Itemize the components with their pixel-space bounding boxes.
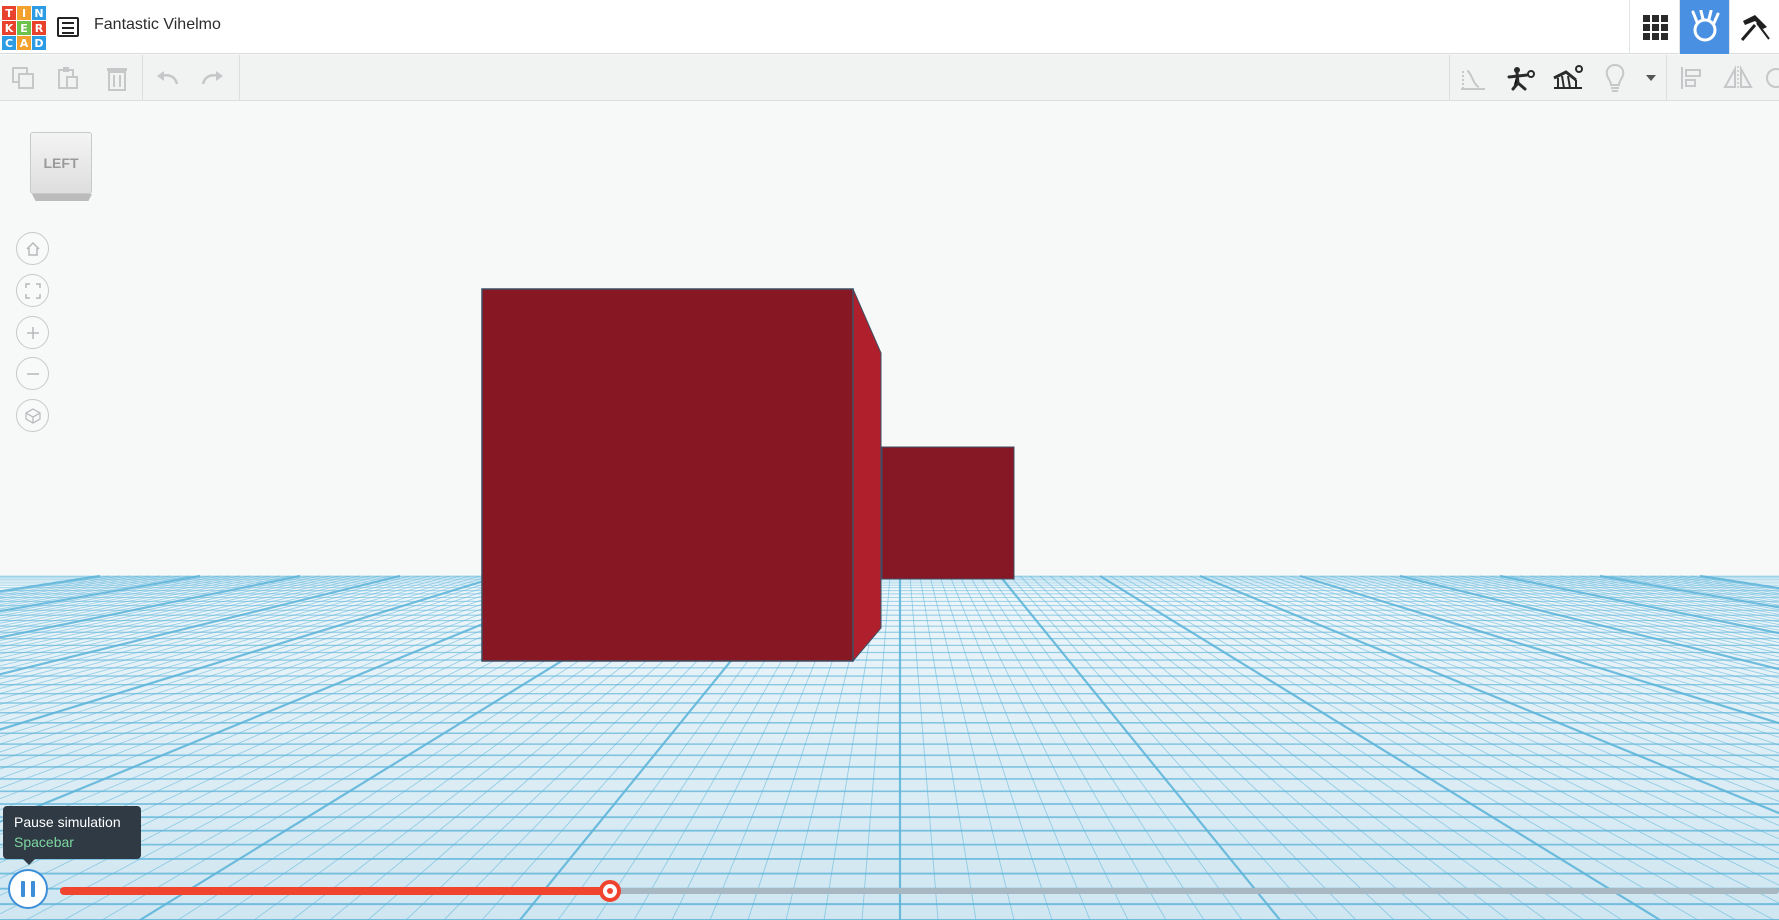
physics-gravity-button[interactable] — [1450, 55, 1496, 101]
zoom-in-button[interactable] — [16, 316, 49, 349]
top-bar: TIN KER CAD Fantastic Vihelmo — [0, 0, 1779, 54]
copy-button[interactable] — [0, 55, 46, 101]
pause-simulation-button[interactable] — [8, 869, 48, 909]
fit-view-button[interactable] — [16, 274, 49, 307]
redo-button[interactable] — [190, 55, 236, 101]
minecraft-pickaxe-button[interactable] — [1729, 0, 1779, 54]
scene-canvas[interactable] — [0, 101, 1779, 920]
design-title[interactable]: Fantastic Vihelmo — [94, 16, 221, 34]
zoom-out-icon — [26, 372, 39, 375]
logo-letter: K — [2, 21, 16, 35]
delete-icon — [107, 68, 127, 91]
undo-icon — [157, 71, 179, 85]
logo-letter: C — [2, 36, 16, 50]
copy-icon — [12, 67, 34, 89]
simulation-timeline-handle[interactable] — [599, 880, 622, 902]
physics-gravity-icon — [1461, 69, 1485, 90]
light-bulb-icon — [1605, 63, 1625, 92]
simulation-settings-button[interactable] — [1545, 55, 1591, 101]
logo-letter: A — [17, 36, 31, 50]
simulation-mode-icon — [1691, 10, 1719, 42]
simulation-mode-button[interactable] — [1679, 0, 1729, 54]
pause-icon-bar-right — [31, 881, 35, 897]
pause-simulation-tooltip: Pause simulation Spacebar — [3, 806, 141, 865]
redo-icon — [201, 71, 223, 85]
logo-letter: E — [17, 21, 31, 35]
logo-letter: I — [17, 6, 31, 20]
large-box-side-face[interactable] — [852, 288, 882, 663]
throw-object-icon — [1507, 67, 1535, 91]
more-tools-button[interactable] — [1760, 55, 1779, 101]
tool-partial-icon — [1766, 68, 1779, 88]
view-cube-label: LEFT — [43, 155, 79, 171]
toolbar-separator — [239, 55, 240, 101]
logo-letter: N — [32, 6, 46, 20]
zoom-out-button[interactable] — [16, 357, 49, 390]
logo-letter: D — [32, 36, 46, 50]
view-cube-base — [32, 194, 92, 201]
perspective-button[interactable] — [16, 399, 49, 432]
paste-icon — [58, 67, 78, 89]
toolbar-separator — [1666, 55, 1667, 101]
tooltip-title: Pause simulation — [14, 814, 121, 830]
minecraft-pickaxe-icon — [1740, 15, 1770, 41]
dropdown-caret-icon — [1646, 75, 1656, 81]
view-cube[interactable]: LEFT — [30, 132, 92, 194]
design-list-icon[interactable] — [57, 17, 79, 37]
align-button[interactable] — [1668, 55, 1714, 101]
small-box-shape[interactable] — [881, 446, 1015, 580]
workplane-viewport[interactable]: LEFT Pause simulation Spacebar — [0, 101, 1779, 920]
tinkercad-logo[interactable]: TIN KER CAD — [0, 4, 46, 50]
design-view-grid-button[interactable] — [1629, 0, 1679, 54]
simulation-progress-fill — [60, 887, 611, 895]
zoom-in-icon — [26, 326, 39, 339]
perspective-icon — [24, 407, 41, 424]
throw-object-button[interactable] — [1497, 55, 1543, 101]
delete-button[interactable] — [94, 55, 140, 101]
undo-button[interactable] — [144, 55, 190, 101]
simulation-settings-icon — [1553, 65, 1583, 89]
large-box-shape[interactable] — [481, 288, 854, 662]
fit-view-icon — [24, 282, 41, 299]
edit-toolbar — [0, 55, 1779, 101]
top-right-buttons — [1629, 0, 1779, 54]
paste-button[interactable] — [45, 55, 91, 101]
logo-letter: T — [2, 6, 16, 20]
tooltip-shortcut: Spacebar — [14, 834, 74, 850]
home-view-icon — [25, 241, 40, 256]
home-view-button[interactable] — [16, 232, 49, 265]
mirror-button[interactable] — [1715, 55, 1761, 101]
toolbar-separator — [142, 55, 143, 101]
design-view-grid-icon — [1642, 15, 1668, 40]
align-icon — [1681, 67, 1701, 89]
pause-icon-bar-left — [21, 881, 25, 897]
logo-letter: R — [32, 21, 46, 35]
mirror-icon — [1723, 65, 1753, 90]
